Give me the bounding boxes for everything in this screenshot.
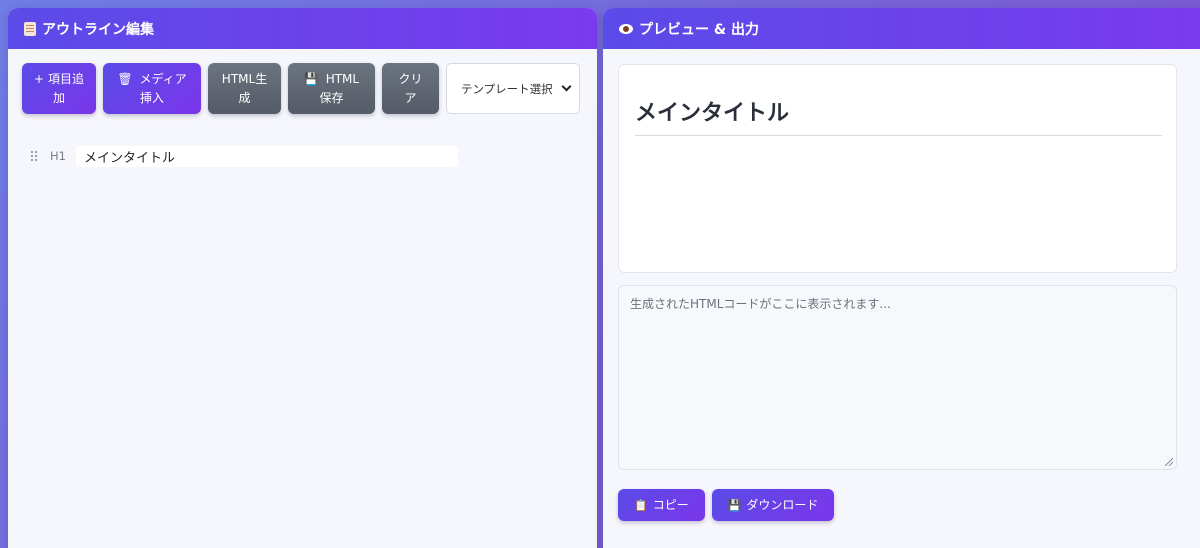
eye-icon bbox=[619, 23, 633, 34]
floppy-disk-icon: 💾 bbox=[727, 498, 742, 512]
add-item-button[interactable]: + 項目追 加 bbox=[22, 63, 96, 114]
template-select[interactable]: テンプレート選択 bbox=[446, 63, 580, 114]
drag-handle-icon[interactable] bbox=[30, 150, 38, 162]
clipboard-icon: 📋 bbox=[634, 498, 648, 512]
outline-item: H1 bbox=[30, 145, 458, 167]
document-icon bbox=[24, 21, 36, 36]
preview-output-header: プレビュー & 出力 bbox=[603, 8, 1200, 49]
preview-area: メインタイトル bbox=[618, 64, 1177, 273]
html-save-button[interactable]: 💾 HTML 保存 bbox=[288, 63, 375, 114]
outline-toolbar: + 項目追 加 🗑 メディア 挿入 HTML生 成 💾 HTML 保存 クリ ア… bbox=[22, 63, 580, 114]
download-button[interactable]: 💾 ダウンロード bbox=[711, 489, 835, 521]
preview-output-panel: プレビュー & 出力 メインタイトル 生成されたHTMLコードがここに表示されま… bbox=[603, 8, 1200, 548]
clear-button[interactable]: クリ ア bbox=[382, 63, 439, 114]
outline-editor-title: アウトライン編集 bbox=[42, 21, 154, 38]
html-code-output[interactable]: 生成されたHTMLコードがここに表示されます... bbox=[618, 285, 1177, 470]
preview-output-title: プレビュー & 出力 bbox=[639, 21, 759, 38]
output-actions: 📋 コピー 💾 ダウンロード bbox=[618, 489, 835, 521]
trash-icon: 🗑 bbox=[117, 71, 133, 86]
chevron-down-icon bbox=[561, 81, 572, 92]
plus-icon: + bbox=[34, 71, 45, 86]
preview-heading: メインタイトル bbox=[635, 95, 1162, 136]
outline-item-level: H1 bbox=[50, 149, 66, 163]
outline-editor-header: アウトライン編集 bbox=[8, 8, 597, 49]
media-insert-button[interactable]: 🗑 メディア 挿入 bbox=[103, 63, 201, 114]
html-code-placeholder: 生成されたHTMLコードがここに表示されます... bbox=[630, 297, 891, 311]
resize-handle-icon[interactable] bbox=[1165, 458, 1173, 466]
floppy-disk-icon: 💾 bbox=[303, 71, 319, 86]
outline-item-input[interactable] bbox=[76, 145, 458, 167]
html-generate-button[interactable]: HTML生 成 bbox=[208, 63, 281, 114]
copy-button[interactable]: 📋 コピー bbox=[618, 489, 705, 521]
template-select-value: テンプレート選択 bbox=[461, 81, 553, 96]
outline-editor-panel: アウトライン編集 + 項目追 加 🗑 メディア 挿入 HTML生 成 � bbox=[8, 8, 597, 548]
